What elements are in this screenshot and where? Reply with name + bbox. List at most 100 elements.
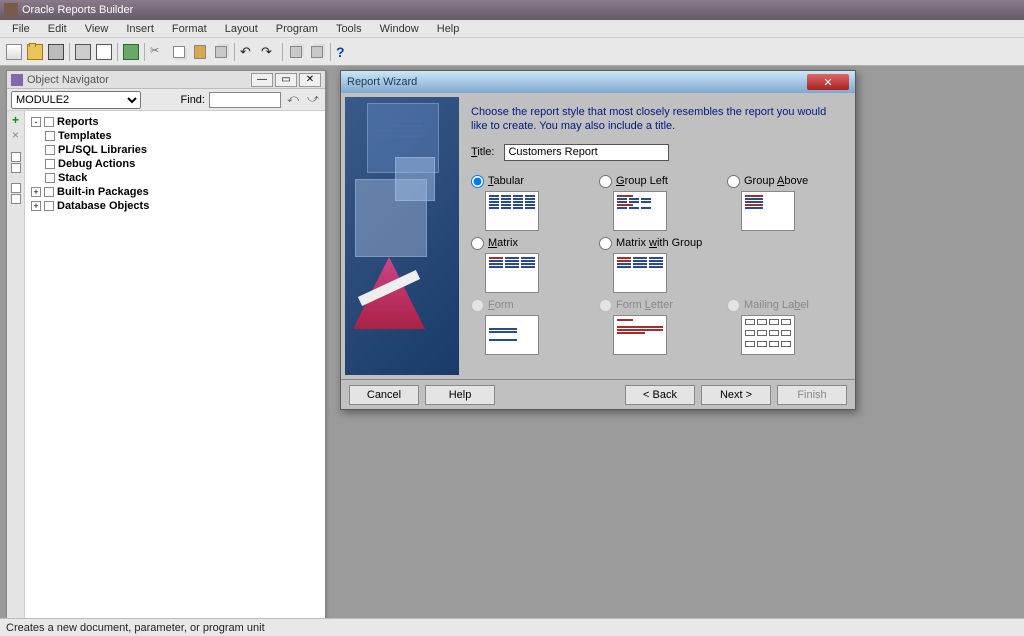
menu-format[interactable]: Format [164,22,215,36]
save-icon [48,44,64,60]
expand-icon[interactable]: + [31,201,41,211]
find-label: Find: [181,94,205,106]
mail-button[interactable] [94,42,114,62]
tree-item-builtin[interactable]: +Built-in Packages [29,185,321,199]
wizard-description: Choose the report style that most closel… [471,105,839,134]
style-tabular-radio[interactable]: Tabular [471,175,583,188]
run-button[interactable] [121,42,141,62]
menu-file[interactable]: File [4,22,38,36]
node-icon [45,131,55,141]
expand-icon[interactable]: + [31,187,41,197]
tree-item-plsql[interactable]: PL/SQL Libraries [29,143,321,157]
app-titlebar: Oracle Reports Builder [0,0,1024,20]
object-tree[interactable]: -Reports Templates PL/SQL Libraries Debu… [25,111,325,621]
cut-button[interactable]: ✂ [148,42,168,62]
save-button[interactable] [46,42,66,62]
print-icon [75,44,91,60]
toolbar-separator [330,43,331,61]
style-matrix-group-preview [613,253,667,293]
collapse-icon[interactable]: - [31,117,41,127]
back-button[interactable]: < Back [625,385,695,405]
mail-icon [96,44,112,60]
style-group-left-radio[interactable]: Group Left [599,175,711,188]
tool1-button[interactable] [286,42,306,62]
object-navigator-toolbar: MODULE2 Find: ⤺ ⤻ [7,89,325,111]
tool-icon [290,46,302,58]
stack-button[interactable] [211,42,231,62]
title-label: Title: [471,146,494,158]
style-mailing-label-radio[interactable]: Mailing Label [727,299,839,312]
style-grid: Tabular Group Left [471,175,839,355]
app-icon [4,3,18,17]
open-button[interactable] [25,42,45,62]
panel-icon [11,74,23,86]
paste-icon [194,45,206,59]
style-group-above-preview [741,191,795,231]
tool-icon [311,46,323,58]
report-wizard-dialog: Report Wizard ✕ Choose the report style … [340,70,856,410]
style-group-above-radio[interactable]: Group Above [727,175,839,188]
report-title-input[interactable] [504,144,669,161]
node-icon [44,117,54,127]
new-button[interactable] [4,42,24,62]
expand-icon[interactable] [11,152,21,162]
menu-insert[interactable]: Insert [118,22,162,36]
copy-button[interactable] [169,42,189,62]
finish-button[interactable]: Finish [777,385,847,405]
undo-icon: ↶ [240,44,256,60]
wizard-titlebar[interactable]: Report Wizard ✕ [341,71,855,93]
cancel-button[interactable]: Cancel [349,385,419,405]
redo-button[interactable]: ↷ [259,42,279,62]
toolbar-separator [117,43,118,61]
tree-item-templates[interactable]: Templates [29,129,321,143]
expand-all-icon[interactable] [11,183,21,193]
style-form-radio[interactable]: Form [471,299,583,312]
toolbar-separator [282,43,283,61]
tree-item-stack[interactable]: Stack [29,171,321,185]
style-form-letter-radio[interactable]: Form Letter [599,299,711,312]
style-matrix-preview [485,253,539,293]
main-toolbar: ✂ ↶ ↷ ? [0,38,1024,66]
delete-icon[interactable]: × [9,128,23,142]
wizard-close-button[interactable]: ✕ [807,74,849,90]
menu-view[interactable]: View [77,22,117,36]
find-next-icon[interactable]: ⤻ [305,92,321,108]
undo-button[interactable]: ↶ [238,42,258,62]
paste-button[interactable] [190,42,210,62]
tree-item-reports[interactable]: -Reports [29,115,321,129]
find-input[interactable] [209,92,281,108]
collapse-all-icon[interactable] [11,194,21,204]
menu-window[interactable]: Window [372,22,427,36]
tool2-button[interactable] [307,42,327,62]
help-button[interactable]: Help [425,385,495,405]
style-matrix-radio[interactable]: Matrix [471,237,583,250]
help-icon: ? [336,44,352,60]
minimize-button[interactable]: — [251,73,273,87]
find-prev-icon[interactable]: ⤺ [285,92,301,108]
menu-edit[interactable]: Edit [40,22,75,36]
menu-layout[interactable]: Layout [217,22,266,36]
maximize-button[interactable]: ▭ [275,73,297,87]
module-select[interactable]: MODULE2 [11,91,141,109]
close-panel-button[interactable]: ✕ [299,73,321,87]
wizard-button-bar: Cancel Help < Back Next > Finish [341,379,855,409]
menu-program[interactable]: Program [268,22,326,36]
wizard-graphic [345,97,459,375]
help-button[interactable]: ? [334,42,354,62]
tree-item-dbobjects[interactable]: +Database Objects [29,199,321,213]
print-button[interactable] [73,42,93,62]
menu-help[interactable]: Help [429,22,468,36]
style-tabular-preview [485,191,539,231]
node-icon [45,159,55,169]
menu-tools[interactable]: Tools [328,22,370,36]
object-navigator-panel: Object Navigator — ▭ ✕ MODULE2 Find: ⤺ ⤻… [6,70,326,622]
style-form-preview [485,315,539,355]
create-icon[interactable]: + [9,113,23,127]
style-matrix-group-radio[interactable]: Matrix with Group [599,237,711,250]
next-button[interactable]: Next > [701,385,771,405]
node-icon [44,201,54,211]
object-navigator-vtoolbar: + × [7,111,25,621]
collapse-icon[interactable] [11,163,21,173]
redo-icon: ↷ [261,44,277,60]
tree-item-debug[interactable]: Debug Actions [29,157,321,171]
